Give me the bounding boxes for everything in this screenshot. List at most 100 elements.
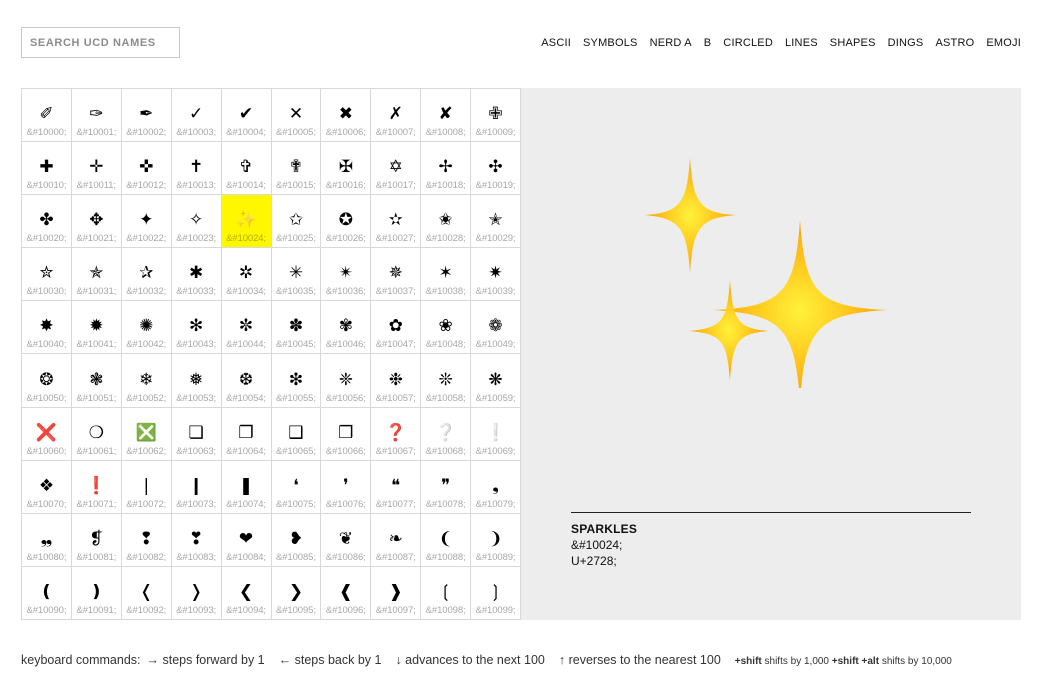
- glyph-cell[interactable]: ✙ &#10009;: [471, 89, 521, 143]
- glyph-cell[interactable]: ❌ &#10060;: [22, 407, 72, 461]
- nav-shapes[interactable]: SHAPES: [830, 37, 876, 49]
- glyph-cell[interactable]: ✨ &#10024;: [221, 195, 272, 249]
- glyph-cell[interactable]: ✡ &#10017;: [371, 142, 422, 196]
- glyph-cell[interactable]: ✾ &#10046;: [321, 301, 372, 355]
- glyph-cell[interactable]: ❦ &#10086;: [321, 513, 372, 567]
- glyph-cell[interactable]: ❧ &#10087;: [371, 513, 422, 567]
- glyph-cell[interactable]: ✚ &#10010;: [22, 142, 72, 196]
- glyph-cell[interactable]: ❑ &#10065;: [271, 407, 322, 461]
- glyph-cell[interactable]: ❉ &#10057;: [371, 354, 422, 408]
- glyph-cell[interactable]: ✖ &#10006;: [321, 89, 372, 143]
- glyph-cell[interactable]: ✔ &#10004;: [221, 89, 272, 143]
- glyph-cell[interactable]: ✫ &#10027;: [371, 195, 422, 249]
- glyph-cell[interactable]: ✤ &#10020;: [22, 195, 72, 249]
- nav-astro[interactable]: ASTRO: [935, 37, 974, 49]
- glyph-cell[interactable]: ❇ &#10055;: [271, 354, 322, 408]
- glyph-cell[interactable]: ✒ &#10002;: [121, 89, 172, 143]
- glyph-cell[interactable]: ❢ &#10082;: [121, 513, 172, 567]
- glyph-cell[interactable]: ✑ &#10001;: [71, 89, 122, 143]
- glyph-cell[interactable]: ✗ &#10007;: [371, 89, 422, 143]
- glyph-cell[interactable]: ❏ &#10063;: [171, 407, 222, 461]
- glyph-cell[interactable]: ❤ &#10084;: [221, 513, 272, 567]
- glyph-cell[interactable]: ✘ &#10008;: [421, 89, 472, 143]
- glyph-cell[interactable]: ❳ &#10099;: [471, 566, 521, 620]
- glyph-cell[interactable]: ✼ &#10044;: [221, 301, 272, 355]
- glyph-cell[interactable]: ✓ &#10003;: [171, 89, 222, 143]
- glyph-cell[interactable]: ✻ &#10043;: [171, 301, 222, 355]
- glyph-cell[interactable]: ❚ &#10074;: [221, 460, 272, 514]
- glyph-cell[interactable]: ❜ &#10076;: [321, 460, 372, 514]
- nav-b[interactable]: B: [704, 37, 712, 49]
- glyph-cell[interactable]: ❆ &#10054;: [221, 354, 272, 408]
- glyph-cell[interactable]: ✪ &#10026;: [321, 195, 372, 249]
- glyph-cell[interactable]: ✬ &#10028;: [421, 195, 472, 249]
- glyph-cell[interactable]: ✧ &#10023;: [171, 195, 222, 249]
- glyph-cell[interactable]: ❁ &#10049;: [471, 301, 521, 355]
- glyph-cell[interactable]: ✕ &#10005;: [271, 89, 322, 143]
- glyph-cell[interactable]: ❐ &#10064;: [221, 407, 272, 461]
- glyph-cell[interactable]: ✩ &#10025;: [271, 195, 322, 249]
- glyph-cell[interactable]: ❀ &#10048;: [421, 301, 472, 355]
- nav-ascii[interactable]: ASCII: [541, 37, 571, 49]
- glyph-cell[interactable]: ❫ &#10091;: [71, 566, 122, 620]
- glyph-cell[interactable]: ❋ &#10059;: [471, 354, 521, 408]
- glyph-cell[interactable]: ❪ &#10090;: [22, 566, 72, 620]
- glyph-cell[interactable]: ✵ &#10037;: [371, 248, 422, 302]
- glyph-cell[interactable]: ✱ &#10033;: [171, 248, 222, 302]
- nav-dings[interactable]: DINGS: [888, 37, 924, 49]
- glyph-cell[interactable]: ✰ &#10032;: [121, 248, 172, 302]
- glyph-cell[interactable]: ❙ &#10073;: [171, 460, 222, 514]
- glyph-cell[interactable]: ❱ &#10097;: [371, 566, 422, 620]
- glyph-cell[interactable]: ❖ &#10070;: [22, 460, 72, 514]
- glyph-cell[interactable]: ❍ &#10061;: [71, 407, 122, 461]
- glyph-cell[interactable]: ❠ &#10080;: [22, 513, 72, 567]
- glyph-cell[interactable]: ❘ &#10072;: [121, 460, 172, 514]
- glyph-cell[interactable]: ❔ &#10068;: [421, 407, 472, 461]
- glyph-cell[interactable]: ❒ &#10066;: [321, 407, 372, 461]
- glyph-cell[interactable]: ❡ &#10081;: [71, 513, 122, 567]
- glyph-cell[interactable]: ✦ &#10022;: [121, 195, 172, 249]
- glyph-cell[interactable]: ❭ &#10093;: [171, 566, 222, 620]
- nav-lines[interactable]: LINES: [785, 37, 818, 49]
- nav-symbols[interactable]: SYMBOLS: [583, 37, 638, 49]
- glyph-cell[interactable]: ❲ &#10098;: [421, 566, 472, 620]
- nav-emoji[interactable]: EMOJI: [986, 37, 1021, 49]
- glyph-cell[interactable]: ✸ &#10040;: [22, 301, 72, 355]
- glyph-cell[interactable]: ✛ &#10011;: [71, 142, 122, 196]
- search-input[interactable]: [21, 27, 180, 58]
- glyph-cell[interactable]: ❰ &#10096;: [321, 566, 372, 620]
- glyph-cell[interactable]: ❛ &#10075;: [271, 460, 322, 514]
- glyph-cell[interactable]: ❅ &#10053;: [171, 354, 222, 408]
- glyph-cell[interactable]: ✽ &#10045;: [271, 301, 322, 355]
- glyph-cell[interactable]: ❞ &#10078;: [421, 460, 472, 514]
- glyph-cell[interactable]: ✜ &#10012;: [121, 142, 172, 196]
- glyph-cell[interactable]: ✶ &#10038;: [421, 248, 472, 302]
- glyph-cell[interactable]: ✹ &#10041;: [71, 301, 122, 355]
- glyph-cell[interactable]: ❯ &#10095;: [271, 566, 322, 620]
- glyph-cell[interactable]: ❓ &#10067;: [371, 407, 422, 461]
- glyph-cell[interactable]: ✟ &#10015;: [271, 142, 322, 196]
- glyph-cell[interactable]: ✥ &#10021;: [71, 195, 122, 249]
- glyph-cell[interactable]: ❄ &#10052;: [121, 354, 172, 408]
- nav-nerd-a[interactable]: NERD A: [650, 37, 692, 49]
- glyph-cell[interactable]: ❝ &#10077;: [371, 460, 422, 514]
- glyph-cell[interactable]: ✢ &#10018;: [421, 142, 472, 196]
- glyph-cell[interactable]: ❗ &#10071;: [71, 460, 122, 514]
- glyph-cell[interactable]: ❃ &#10051;: [71, 354, 122, 408]
- glyph-cell[interactable]: ❎ &#10062;: [121, 407, 172, 461]
- glyph-cell[interactable]: ❬ &#10092;: [121, 566, 172, 620]
- glyph-cell[interactable]: ❣ &#10083;: [171, 513, 222, 567]
- glyph-cell[interactable]: ✞ &#10014;: [221, 142, 272, 196]
- glyph-cell[interactable]: ✲ &#10034;: [221, 248, 272, 302]
- glyph-cell[interactable]: ❮ &#10094;: [221, 566, 272, 620]
- glyph-cell[interactable]: ❩ &#10089;: [471, 513, 521, 567]
- glyph-cell[interactable]: ✐ &#10000;: [22, 89, 72, 143]
- glyph-cell[interactable]: ✮ &#10030;: [22, 248, 72, 302]
- glyph-cell[interactable]: ✠ &#10016;: [321, 142, 372, 196]
- glyph-cell[interactable]: ❨ &#10088;: [421, 513, 472, 567]
- glyph-cell[interactable]: ✳ &#10035;: [271, 248, 322, 302]
- glyph-cell[interactable]: ✴ &#10036;: [321, 248, 372, 302]
- glyph-cell[interactable]: ✝ &#10013;: [171, 142, 222, 196]
- glyph-cell[interactable]: ✭ &#10029;: [471, 195, 521, 249]
- glyph-cell[interactable]: ❟ &#10079;: [471, 460, 521, 514]
